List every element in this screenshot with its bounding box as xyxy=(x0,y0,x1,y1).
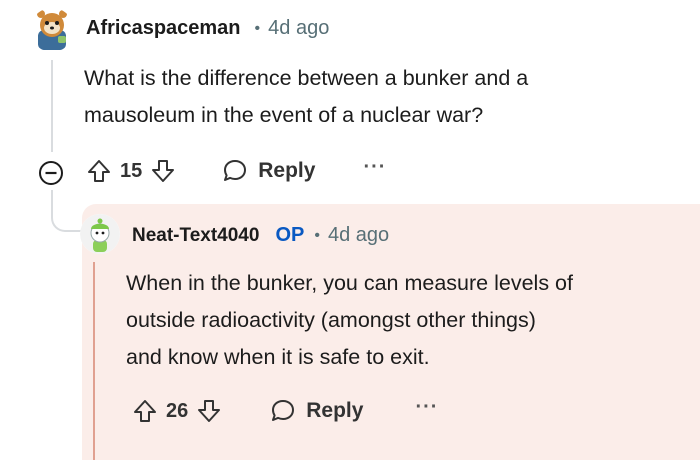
separator-dot: • xyxy=(254,19,261,37)
reply-body: When in the bunker, you can measure leve… xyxy=(126,265,686,376)
reply-button[interactable]: Reply xyxy=(270,398,363,424)
collapse-button[interactable] xyxy=(38,160,64,186)
upvote-icon xyxy=(134,400,156,422)
comment-body: What is the difference between a bunker … xyxy=(84,60,684,134)
highlight-line xyxy=(93,262,95,460)
collapse-icon xyxy=(39,161,63,185)
avatar[interactable] xyxy=(30,8,74,52)
op-badge: OP xyxy=(275,224,305,246)
reply-body-line: and know when it is safe to exit. xyxy=(126,345,430,369)
upvote-button[interactable] xyxy=(86,158,112,184)
more-options-button[interactable]: ··· xyxy=(415,396,438,419)
reply-actions: 26 Reply ··· xyxy=(132,396,438,424)
reply-body-line: outside radioactivity (amongst other thi… xyxy=(126,308,536,332)
comment-actions: 15 Reply ··· xyxy=(86,156,386,184)
downvote-button[interactable] xyxy=(196,398,222,424)
downvote-icon xyxy=(152,160,175,182)
reply-avatar[interactable] xyxy=(80,214,120,254)
avatar-image xyxy=(80,214,120,254)
more-options-button[interactable]: ··· xyxy=(363,156,386,179)
reply-button[interactable]: Reply xyxy=(222,158,315,184)
comment-author[interactable]: Africaspaceman xyxy=(86,17,241,40)
upvote-button[interactable] xyxy=(132,398,158,424)
comment-body-line: mausoleum in the event of a nuclear war? xyxy=(84,103,484,127)
downvote-button[interactable] xyxy=(150,158,176,184)
avatar-image xyxy=(37,10,67,50)
thread-connector xyxy=(51,190,83,232)
reply-label: Reply xyxy=(306,399,364,422)
reply-body-line: When in the bunker, you can measure leve… xyxy=(126,271,573,295)
vote-count: 15 xyxy=(120,159,143,182)
reply-timestamp[interactable]: 4d ago xyxy=(328,224,389,247)
reply-icon xyxy=(224,160,247,181)
separator-dot: • xyxy=(314,226,320,244)
reply-author[interactable]: Neat-Text4040 xyxy=(132,225,259,247)
thread-line[interactable] xyxy=(51,60,53,152)
comment-body-line: What is the difference between a bunker … xyxy=(84,66,529,90)
vote-count: 26 xyxy=(166,399,189,422)
reply-icon xyxy=(272,400,295,421)
downvote-icon xyxy=(198,400,221,422)
upvote-icon xyxy=(88,160,110,182)
comment-timestamp[interactable]: 4d ago xyxy=(268,17,329,40)
reply-label: Reply xyxy=(258,159,316,182)
